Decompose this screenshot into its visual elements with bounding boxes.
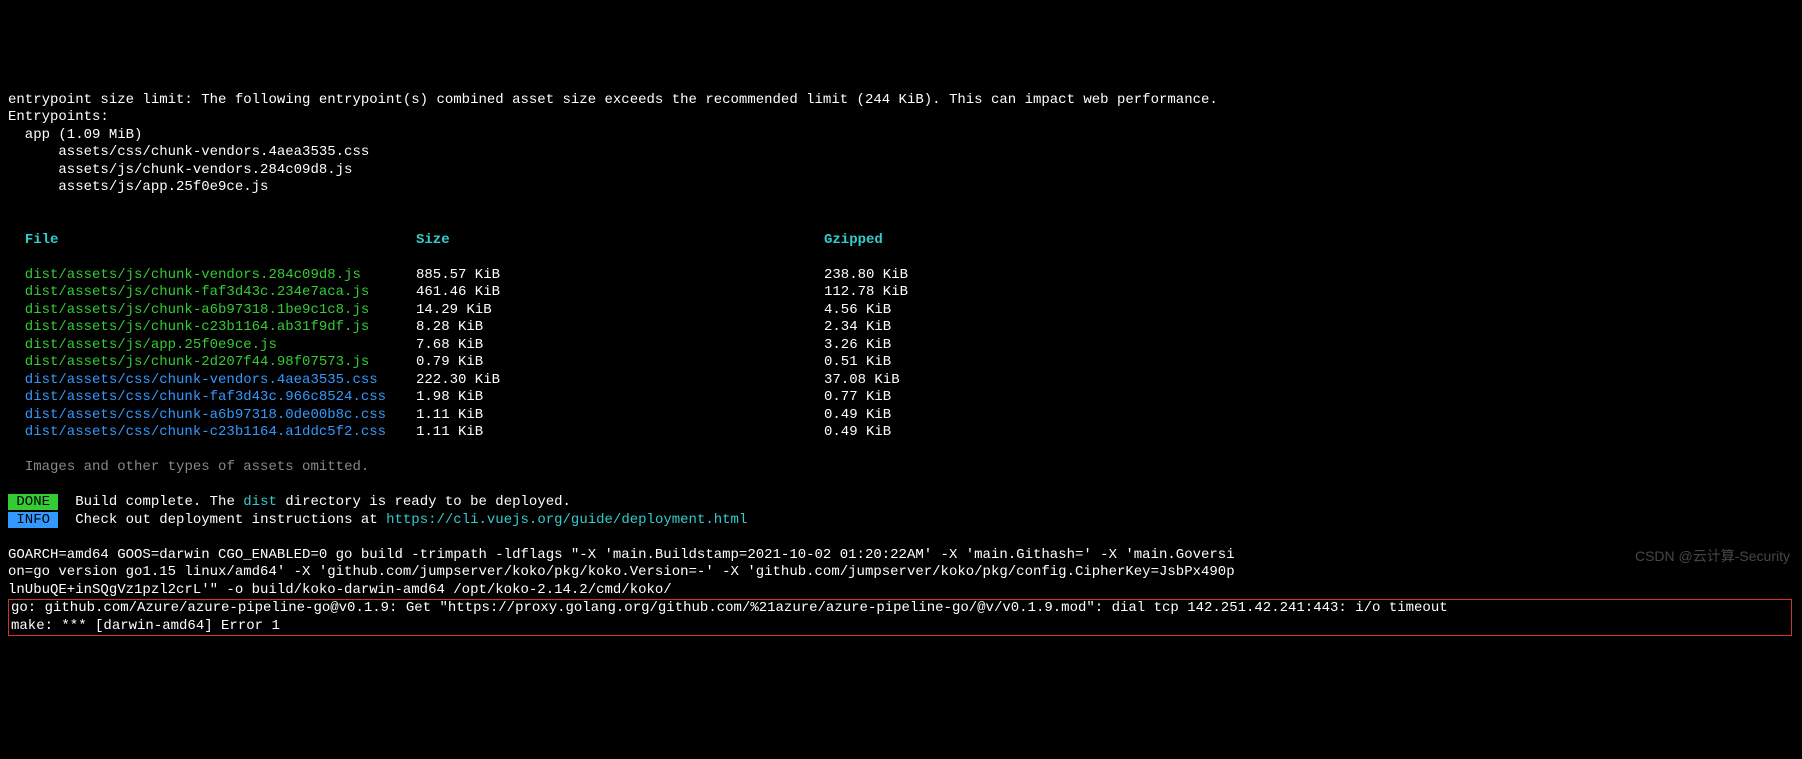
file-path: dist/assets/js/chunk-faf3d43c.234e7aca.j… bbox=[8, 284, 369, 300]
warning-line: assets/js/chunk-vendors.284c09d8.js bbox=[8, 162, 352, 178]
deployment-url[interactable]: https://cli.vuejs.org/guide/deployment.h… bbox=[386, 512, 747, 528]
file-gzipped: 112.78 KiB bbox=[824, 284, 1794, 302]
file-size: 1.11 KiB bbox=[416, 424, 824, 442]
table-row: dist/assets/js/chunk-a6b97318.1be9c1c8.j… bbox=[8, 302, 1794, 320]
file-path: dist/assets/js/chunk-a6b97318.1be9c1c8.j… bbox=[8, 302, 369, 318]
warning-line: Entrypoints: bbox=[8, 109, 109, 125]
build-command-line: on=go version go1.15 linux/amd64' -X 'gi… bbox=[8, 564, 1235, 580]
table-row: dist/assets/css/chunk-a6b97318.0de00b8c.… bbox=[8, 407, 1794, 425]
table-body: dist/assets/js/chunk-vendors.284c09d8.js… bbox=[8, 267, 1794, 442]
table-row: dist/assets/js/chunk-c23b1164.ab31f9df.j… bbox=[8, 319, 1794, 337]
table-row: dist/assets/css/chunk-faf3d43c.966c8524.… bbox=[8, 389, 1794, 407]
file-size: 8.28 KiB bbox=[416, 319, 824, 337]
table-row: dist/assets/js/chunk-vendors.284c09d8.js… bbox=[8, 267, 1794, 285]
table-row: dist/assets/css/chunk-c23b1164.a1ddc5f2.… bbox=[8, 424, 1794, 442]
file-path: dist/assets/css/chunk-vendors.4aea3535.c… bbox=[8, 372, 378, 388]
file-gzipped: 37.08 KiB bbox=[824, 372, 1794, 390]
error-box: go: github.com/Azure/azure-pipeline-go@v… bbox=[8, 599, 1792, 636]
build-command-line: GOARCH=amd64 GOOS=darwin CGO_ENABLED=0 g… bbox=[8, 547, 1235, 563]
table-header: File SizeGzipped bbox=[8, 232, 1794, 250]
file-size: 1.98 KiB bbox=[416, 389, 824, 407]
done-badge: DONE bbox=[8, 494, 58, 510]
file-path: dist/assets/js/chunk-2d207f44.98f07573.j… bbox=[8, 354, 369, 370]
file-gzipped: 0.49 KiB bbox=[824, 424, 1794, 442]
terminal-output: entrypoint size limit: The following ent… bbox=[8, 74, 1794, 636]
file-gzipped: 2.34 KiB bbox=[824, 319, 1794, 337]
table-row: dist/assets/js/chunk-2d207f44.98f07573.j… bbox=[8, 354, 1794, 372]
table-row: dist/assets/js/app.25f0e9ce.js 7.68 KiB3.… bbox=[8, 337, 1794, 355]
file-gzipped: 0.49 KiB bbox=[824, 407, 1794, 425]
warning-line: entrypoint size limit: The following ent… bbox=[8, 92, 1218, 108]
table-row: dist/assets/js/chunk-faf3d43c.234e7aca.j… bbox=[8, 284, 1794, 302]
warning-line: app (1.09 MiB) bbox=[8, 127, 142, 143]
file-gzipped: 0.51 KiB bbox=[824, 354, 1794, 372]
header-file: File bbox=[8, 232, 58, 248]
file-path: dist/assets/js/app.25f0e9ce.js bbox=[8, 337, 277, 353]
table-row: dist/assets/css/chunk-vendors.4aea3535.c… bbox=[8, 372, 1794, 390]
header-gzipped: Gzipped bbox=[824, 232, 1794, 250]
file-gzipped: 238.80 KiB bbox=[824, 267, 1794, 285]
error-line: make: *** [darwin-amd64] Error 1 bbox=[11, 618, 280, 634]
file-path: dist/assets/css/chunk-a6b97318.0de00b8c.… bbox=[8, 407, 386, 423]
build-command-line: lnUbuQE+inSQgVz1pzl2crL'" -o build/koko-… bbox=[8, 582, 672, 598]
file-path: dist/assets/js/chunk-vendors.284c09d8.js bbox=[8, 267, 361, 283]
warning-line: assets/js/app.25f0e9ce.js bbox=[8, 179, 268, 195]
file-path: dist/assets/css/chunk-faf3d43c.966c8524.… bbox=[8, 389, 386, 405]
file-size: 885.57 KiB bbox=[416, 267, 824, 285]
file-gzipped: 3.26 KiB bbox=[824, 337, 1794, 355]
file-size: 1.11 KiB bbox=[416, 407, 824, 425]
watermark: CSDN @云计算-Security bbox=[1635, 548, 1790, 566]
done-line: DONE Build complete. The dist directory … bbox=[8, 494, 571, 510]
file-gzipped: 4.56 KiB bbox=[824, 302, 1794, 320]
assets-omitted-note: Images and other types of assets omitted… bbox=[8, 459, 369, 475]
file-path: dist/assets/js/chunk-c23b1164.ab31f9df.j… bbox=[8, 319, 369, 335]
file-gzipped: 0.77 KiB bbox=[824, 389, 1794, 407]
error-line: go: github.com/Azure/azure-pipeline-go@v… bbox=[11, 600, 1448, 616]
file-path: dist/assets/css/chunk-c23b1164.a1ddc5f2.… bbox=[8, 424, 386, 440]
info-line: INFO Check out deployment instructions a… bbox=[8, 512, 747, 528]
file-size: 14.29 KiB bbox=[416, 302, 824, 320]
file-size: 7.68 KiB bbox=[416, 337, 824, 355]
file-size: 461.46 KiB bbox=[416, 284, 824, 302]
info-badge: INFO bbox=[8, 512, 58, 528]
file-size: 222.30 KiB bbox=[416, 372, 824, 390]
header-size: Size bbox=[416, 232, 824, 250]
file-size: 0.79 KiB bbox=[416, 354, 824, 372]
warning-line: assets/css/chunk-vendors.4aea3535.css bbox=[8, 144, 369, 160]
